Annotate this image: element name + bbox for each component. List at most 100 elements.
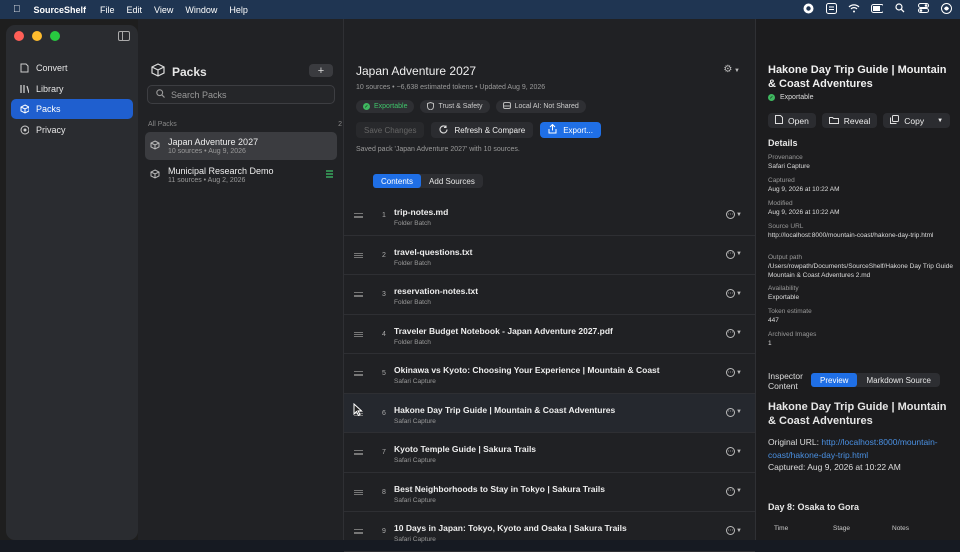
tab-markdown-source[interactable]: Markdown Source [857,373,939,387]
sidebar-item-library[interactable]: Library [11,79,133,99]
exportable-chip: ✓ Exportable [356,100,415,113]
chevron-down-icon: ▼ [736,290,742,297]
open-button[interactable]: Open [768,113,816,128]
row-title: Okinawa vs Kyoto: Choosing Your Experien… [394,365,660,375]
chevron-down-icon: ▼ [736,488,742,494]
details-heading: Details [768,138,798,148]
more-icon: ⋯ [726,289,736,298]
drag-handle-icon[interactable] [354,529,363,534]
drag-handle-icon[interactable] [354,489,363,495]
export-button[interactable]: Export... [540,122,601,138]
source-row[interactable]: 1 trip-notes.md Folder Batch ⋯ ▼ [344,196,755,236]
original-url-label: Original URL: [768,437,822,447]
sidebar: Convert Library Packs Privacy [6,25,138,540]
app-status-icon[interactable] [825,2,837,14]
add-pack-button[interactable]: + [309,64,333,77]
pack-item[interactable]: Japan Adventure 2027 10 sources • Aug 9,… [145,132,337,160]
tab-add-sources[interactable]: Add Sources [421,174,483,188]
chevron-down-icon: ▼ [736,369,742,376]
chevron-down-icon: ▼ [736,448,742,455]
source-row[interactable]: 8 Best Neighborhoods to Stay in Tokyo | S… [344,473,755,512]
record-icon[interactable] [802,2,814,14]
search-icon [156,89,165,100]
sidebar-toggle-icon[interactable] [118,31,130,41]
search-packs-field[interactable]: Search Packs [147,85,335,104]
row-actions-menu[interactable]: ⋯ ▼ [726,249,742,259]
sidebar-item-convert[interactable]: Convert [11,58,133,78]
drag-handle-icon[interactable] [354,213,363,218]
refresh-compare-button[interactable]: Refresh & Compare [431,122,534,138]
source-row[interactable]: 5 Okinawa vs Kyoto: Choosing Your Experie… [344,354,755,394]
row-actions-menu[interactable]: ⋯ ▼ [726,407,742,417]
drag-handle-icon[interactable] [354,252,363,258]
status-chips: ✓ Exportable Trust & Safety Local AI: Not… [356,100,586,113]
tab-preview[interactable]: Preview [811,373,858,387]
zoom-window-button[interactable] [50,31,60,41]
menu-edit[interactable]: Edit [127,5,143,15]
reveal-button[interactable]: Reveal [821,113,878,128]
source-list: 1 trip-notes.md Folder Batch ⋯ ▼ 2 travel-que… [344,196,755,552]
row-actions-menu[interactable]: ⋯ ▼ [726,289,742,298]
close-window-button[interactable] [14,31,24,41]
drag-handle-icon[interactable] [354,371,363,376]
control-center-icon[interactable] [917,2,929,14]
pack-name: Japan Adventure 2027 [168,137,259,147]
spotlight-icon[interactable] [894,2,906,14]
settings-menu-button[interactable]: ⚙ ▼ [723,64,740,75]
chevron-down-icon: ▼ [736,251,742,257]
menu-app-name[interactable]: SourceShelf [34,5,87,15]
row-actions-menu[interactable]: ⋯ ▼ [726,210,742,219]
siri-icon[interactable] [940,2,952,14]
menu-file[interactable]: File [100,5,115,15]
apple-menu-icon[interactable]:  [13,4,21,15]
copy-button[interactable]: Copy ▼ [883,113,951,128]
pack-meta: 11 sources • Aug 2, 2026 [168,177,246,184]
menu-help[interactable]: Help [229,5,248,15]
row-actions-menu[interactable]: ⋯ ▼ [726,447,742,456]
books-icon [20,85,29,94]
row-number: 4 [382,330,386,338]
source-row[interactable]: 2 travel-questions.txt Folder Batch ⋯ ▼ [344,236,755,275]
drag-handle-icon[interactable] [354,331,363,337]
tab-contents[interactable]: Contents [373,174,422,188]
detail-key: Token estimate [768,308,812,315]
row-number: 9 [382,528,386,535]
detail-key: Availability [768,285,799,292]
sidebar-item-label: Convert [36,63,68,73]
save-changes-button[interactable]: Save Changes [356,122,425,138]
minimize-window-button[interactable] [32,31,42,41]
cube-icon [150,166,160,184]
drag-handle-icon[interactable] [354,292,363,297]
source-row[interactable]: 3 reservation-notes.txt Folder Batch ⋯ ▼ [344,275,755,315]
inspector-title: Hakone Day Trip Guide | Mountain & Coast… [768,64,947,90]
menu-window[interactable]: Window [185,5,217,15]
source-row[interactable]: 6 Hakone Day Trip Guide | Mountain & Coas… [344,393,755,433]
label-line: Inspector [768,371,803,381]
row-source: Safari Capture [394,417,436,425]
row-actions-menu[interactable]: ⋯ ▼ [726,328,742,338]
chevron-down-icon[interactable]: ▼ [937,118,943,124]
button-label: Copy [904,115,925,126]
source-row[interactable]: 7 Kyoto Temple Guide | Sakura Trails Safar… [344,433,755,473]
menu-view[interactable]: View [154,5,173,15]
row-source: Safari Capture [394,457,436,464]
more-icon: ⋯ [726,328,736,338]
wifi-icon[interactable] [848,2,860,14]
source-row[interactable]: 9 10 Days in Japan: Tokyo, Kyoto and Osak… [344,512,755,552]
sidebar-item-privacy[interactable]: Privacy [11,120,133,140]
window-controls [14,31,60,41]
sidebar-item-packs[interactable]: Packs [11,99,133,119]
drag-handle-icon[interactable] [354,450,363,455]
row-actions-menu[interactable]: ⋯ ▼ [726,526,742,535]
battery-icon[interactable] [871,2,883,14]
row-source: Folder Batch [394,220,431,227]
source-row[interactable]: 4 Traveler Budget Notebook - Japan Advent… [344,315,755,354]
button-label: Open [788,115,809,126]
trust-safety-chip[interactable]: Trust & Safety [420,100,490,113]
row-actions-menu[interactable]: ⋯ ▼ [726,368,742,377]
row-actions-menu[interactable]: ⋯ ▼ [726,486,742,496]
pack-item[interactable]: Municipal Research Demo 11 sources • Aug… [145,161,337,189]
row-source: Safari Capture [394,378,436,385]
drive-icon [502,102,511,111]
checkmark-icon: ✓ [768,94,775,101]
